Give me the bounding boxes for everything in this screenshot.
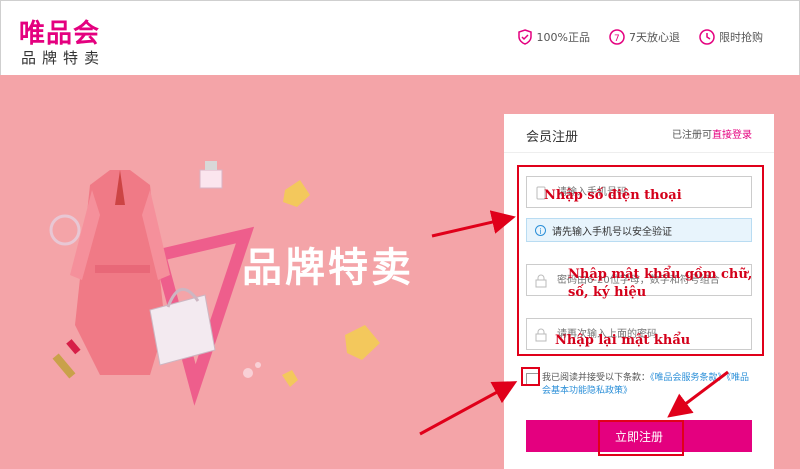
svg-text:7: 7 <box>614 34 620 44</box>
panel-divider <box>504 152 774 153</box>
login-prompt: 已注册可直接登录 <box>672 126 752 141</box>
promise-return: 7 7天放心退 <box>608 28 680 46</box>
submit-highlight-box <box>598 420 684 456</box>
promise-flash-sale-label: 限时抢购 <box>719 31 763 44</box>
coat-product-image <box>70 170 170 375</box>
annotation-password-line2: số, ký hiệu <box>568 285 647 300</box>
logo-subtitle: 品牌特卖 <box>21 49 106 67</box>
lipstick-product-image <box>52 339 81 379</box>
annotation-password-line1: Nhập mật khẩu gồm chữ, <box>568 267 753 282</box>
terms-agree-text: 我已阅读并接受以下条款： <box>542 373 651 383</box>
perfume-product-image <box>199 161 223 189</box>
promise-authentic: 100%正品 <box>516 28 590 46</box>
promise-return-label: 7天放心退 <box>629 31 680 44</box>
brand-slogan: 品牌特卖 <box>242 245 414 291</box>
service-promises: 100%正品 7 7天放心退 限时抢购 <box>516 28 763 46</box>
annotation-phone: Nhập số điện thoại <box>544 188 682 203</box>
gold-cube-decoration <box>283 180 310 207</box>
terms-link[interactable]: 《唯品会服务条款》 <box>650 373 727 383</box>
annotation-confirm: Nhập lại mật khẩu <box>555 333 691 348</box>
terms-agreement: 我已阅读并接受以下条款：《唯品会服务条款》《唯品会基本功能隐私政策》 <box>526 372 756 398</box>
terms-text: 我已阅读并接受以下条款：《唯品会服务条款》《唯品会基本功能隐私政策》 <box>526 372 756 398</box>
gold-cube-decoration <box>345 325 380 360</box>
flower-decoration <box>255 362 261 368</box>
gold-cube-decoration <box>282 370 298 387</box>
site-header: 唯品会 品牌特卖 100%正品 7 7天放心退 限时抢购 <box>0 0 800 75</box>
clock-icon <box>699 29 715 45</box>
login-link[interactable]: 直接登录 <box>712 130 752 141</box>
ring-decoration <box>49 214 81 246</box>
promise-flash-sale: 限时抢购 <box>698 28 763 46</box>
checkbox-highlight-box <box>521 367 540 386</box>
panel-title: 会员注册 <box>526 130 579 145</box>
logo-title[interactable]: 唯品会 <box>19 13 100 50</box>
flower-decoration <box>243 368 253 378</box>
shield-check-icon <box>517 29 532 45</box>
promise-authentic-label: 100%正品 <box>536 31 590 44</box>
return-7-icon: 7 <box>609 29 625 45</box>
login-prompt-text: 已注册可 <box>672 130 712 141</box>
